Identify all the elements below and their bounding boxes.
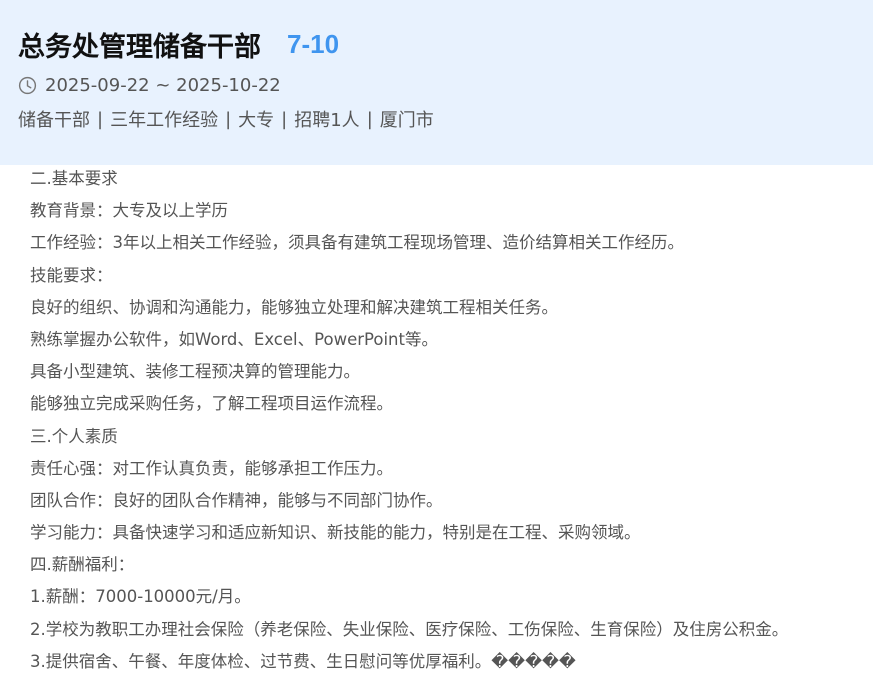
section-heading-requirements: 二.基本要求	[30, 169, 118, 188]
salary-range: 7-10	[287, 28, 340, 59]
tag-experience: 三年工作经验	[110, 110, 219, 131]
description-line: 具备小型建筑、装修工程预决算的管理能力。	[30, 362, 360, 382]
tag-separator: |	[225, 108, 232, 130]
description-line: 责任心强：对工作认真负责，能够承担工作压力。	[30, 458, 393, 478]
job-title: 总务处管理储备干部	[18, 31, 261, 63]
description-line: 技能要求：	[30, 265, 113, 285]
description-line: 1.薪酬：7000-10000元/月。	[30, 587, 251, 607]
job-tags: 储备干部 | 三年工作经验 | 大专 | 招聘1人 | 厦门市	[18, 105, 434, 133]
description-line: 工作经验：3年以上相关工作经验，须具备有建筑工程现场管理、造价结算相关工作经历。	[30, 233, 684, 253]
description-line: 教育背景：大专及以上学历	[30, 201, 228, 221]
section-heading-benefits: 四.薪酬福利：	[30, 555, 135, 575]
description-line: 能够独立完成采购任务，了解工程项目运作流程。	[30, 394, 393, 414]
description-line: 学习能力：具备快速学习和适应新知识、新技能的能力，特别是在工程、采购领域。	[30, 523, 641, 543]
tag-separator: |	[281, 108, 288, 130]
description-line: 良好的组织、协调和沟通能力，能够独立处理和解决建筑工程相关任务。	[30, 297, 558, 317]
tag-separator: |	[366, 108, 373, 130]
section-heading-qualities: 三.个人素质	[30, 426, 118, 446]
job-description: 二.基本要求 教育背景：大专及以上学历 工作经验：3年以上相关工作经验，须具备有…	[30, 163, 870, 678]
description-line: 2.学校为教职工办理社会保险（养老保险、失业保险、医疗保险、工伤保险、生育保险）…	[30, 619, 789, 639]
date-row: 2025-09-22 ~ 2025-10-22	[18, 72, 281, 98]
posting-date-range: 2025-09-22 ~ 2025-10-22	[45, 74, 281, 96]
tag-education: 大专	[238, 110, 275, 131]
description-line: 3.提供宿舍、午餐、年度体检、过节费、生日慰问等优厚福利。�����	[30, 651, 576, 671]
tag-separator: |	[97, 108, 104, 130]
tag-position: 储备干部	[18, 110, 90, 131]
description-line: 团队合作：良好的团队合作精神，能够与不同部门协作。	[30, 490, 443, 510]
tag-location: 厦门市	[379, 110, 434, 131]
clock-icon	[18, 76, 37, 94]
job-header: 总务处管理储备干部 7-10 2025-09-22 ~ 2025-10-22 储…	[0, 0, 873, 165]
tag-headcount: 招聘1人	[294, 110, 360, 131]
title-row: 总务处管理储备干部 7-10	[18, 22, 339, 66]
description-line: 熟练掌握办公软件，如Word、Excel、PowerPoint等。	[30, 329, 438, 349]
